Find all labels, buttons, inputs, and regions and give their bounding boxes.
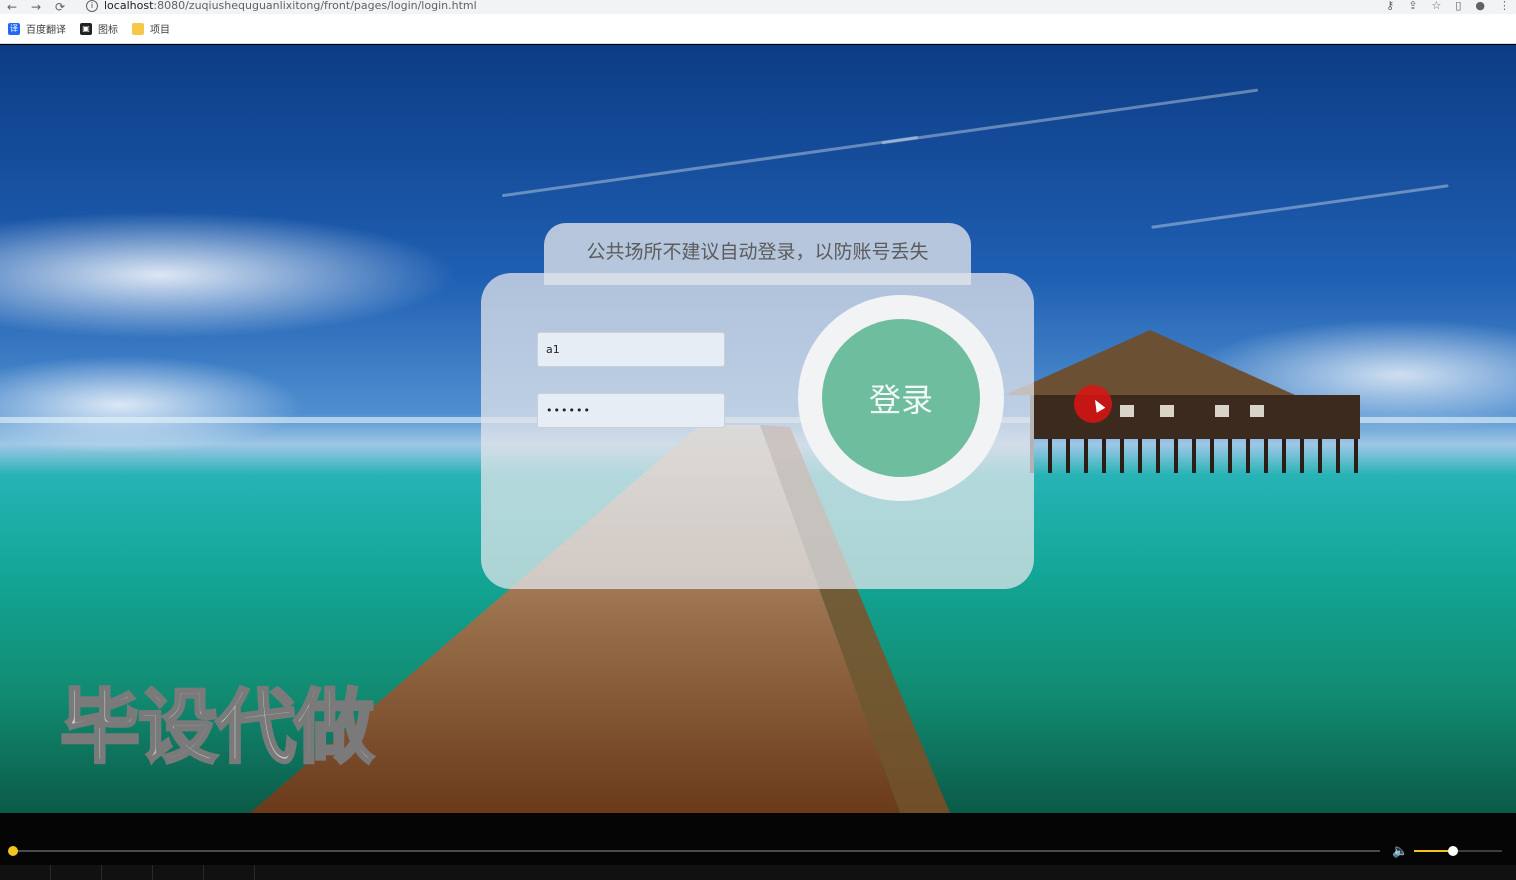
bookmarks-bar: 译 百度翻译 ▣ 图标 项目 — [0, 14, 1516, 44]
browser-toolbar-icons: ⚷ ⇪ ☆ ▯ ● ⋮ — [1386, 0, 1510, 13]
login-button-ring: 登录 — [798, 295, 1004, 501]
login-notice-text: 公共场所不建议自动登录，以防账号丢失 — [586, 240, 929, 263]
login-page-background: 公共场所不建议自动登录，以防账号丢失 a1 •••••• 登录 毕设代做 — [0, 45, 1516, 813]
hut-stilts — [1030, 439, 1360, 473]
bookmark-baidu-fanyi[interactable]: 译 百度翻译 — [8, 21, 66, 36]
site-info-icon[interactable]: i — [86, 0, 98, 12]
login-card: a1 •••••• 登录 — [481, 273, 1034, 589]
password-key-icon[interactable]: ⚷ — [1386, 0, 1394, 13]
image-icon: ▣ — [80, 22, 92, 35]
volume-slider[interactable] — [1414, 850, 1502, 852]
bookmark-label: 百度翻译 — [26, 25, 66, 36]
bookmark-label: 项目 — [150, 25, 170, 36]
login-button[interactable]: 登录 — [822, 319, 980, 477]
bookmark-label: 图标 — [98, 25, 118, 36]
bookmark-folder-project[interactable]: 项目 — [132, 21, 170, 36]
browser-address-bar: ← → ⟳ i localhost:8080/zuqiushequguanlix… — [0, 0, 1516, 14]
cursor-arrow-icon — [1090, 397, 1106, 413]
profile-icon[interactable]: ● — [1475, 0, 1485, 13]
overwater-hut-roof — [1005, 330, 1295, 395]
username-input[interactable]: a1 — [537, 332, 725, 367]
volume-icon[interactable]: 🔈 — [1392, 844, 1408, 859]
bookmark-star-icon[interactable]: ☆ — [1431, 0, 1441, 13]
reload-icon[interactable]: ⟳ — [48, 0, 72, 14]
mouse-cursor-highlight — [1074, 385, 1112, 423]
watermark-text: 毕设代做 — [59, 680, 376, 776]
bookmark-icons[interactable]: ▣ 图标 — [80, 21, 118, 36]
volume-handle[interactable] — [1448, 846, 1458, 856]
forward-icon[interactable]: → — [24, 0, 48, 14]
volume-level — [1414, 850, 1450, 852]
folder-icon — [132, 22, 144, 35]
video-player-bar: 🔈 — [0, 813, 1516, 880]
seek-handle[interactable] — [8, 846, 18, 856]
url-path: :8080/zuqiushequguanlixitong/front/pages… — [153, 0, 477, 12]
seek-bar[interactable] — [12, 850, 1380, 852]
url-field[interactable]: i localhost:8080/zuqiushequguanlixitong/… — [86, 0, 1416, 12]
password-input[interactable]: •••••• — [537, 393, 725, 428]
share-icon[interactable]: ⇪ — [1408, 0, 1417, 13]
translate-icon: 译 — [8, 22, 20, 35]
taskbar — [0, 865, 1516, 880]
url-host: localhost — [104, 0, 154, 12]
menu-icon[interactable]: ⋮ — [1499, 0, 1510, 13]
back-icon[interactable]: ← — [0, 0, 24, 14]
side-panel-icon[interactable]: ▯ — [1455, 0, 1461, 13]
